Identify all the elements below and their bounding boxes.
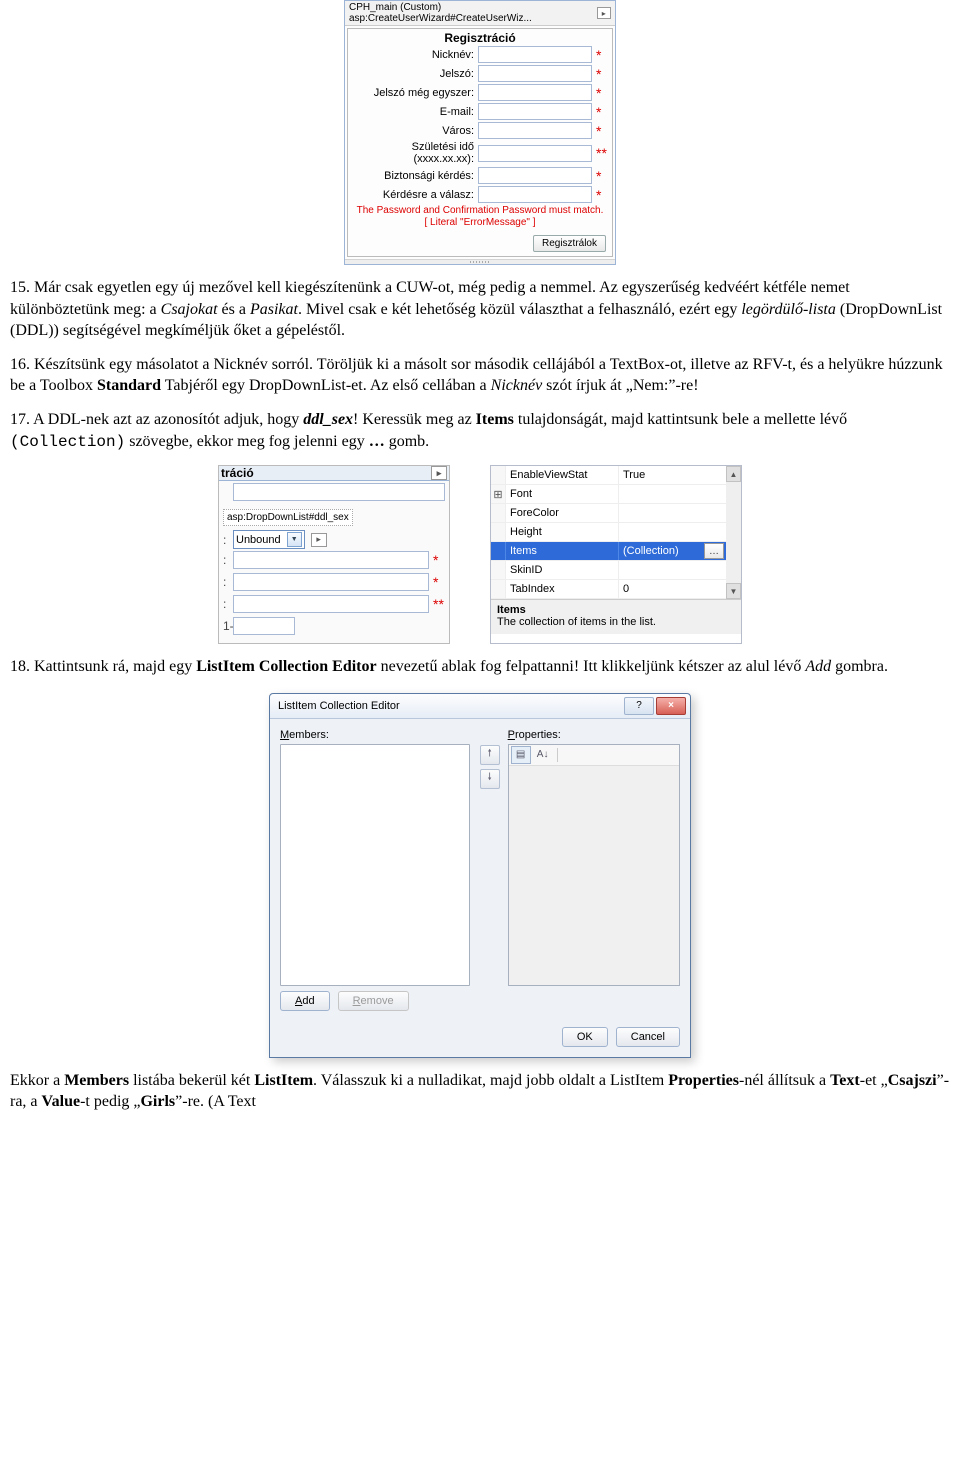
required-star: * <box>429 576 445 588</box>
required-star: * <box>429 554 445 566</box>
smart-tag-icon[interactable] <box>597 7 611 19</box>
label-jelszo: Jelszó: <box>352 68 478 80</box>
create-user-wizard-design: CPH_main (Custom) asp:CreateUserWizard#C… <box>344 0 616 265</box>
form-heading: Regisztráció <box>348 29 612 45</box>
designer-input[interactable] <box>233 483 445 501</box>
designer-input[interactable] <box>233 595 429 613</box>
ddl-text: Unbound <box>236 534 281 546</box>
password-mismatch-message: The Password and Confirmation Password m… <box>348 204 612 217</box>
scrollbar[interactable]: ▲ ▼ <box>726 466 741 599</box>
remove-button: Remove <box>338 991 409 1011</box>
input-jelszo2[interactable] <box>478 84 592 101</box>
register-button[interactable]: Regisztrálok <box>533 235 606 252</box>
paragraph-end: Ekkor a Members listába bekerül két List… <box>10 1070 950 1113</box>
ok-button[interactable]: OK <box>562 1027 608 1047</box>
input-szuletesi[interactable] <box>478 145 592 162</box>
required-star: * <box>592 87 608 99</box>
input-valasz[interactable] <box>478 186 592 203</box>
label-szuletesi: Születési idő (xxxx.xx.xx): <box>352 141 478 165</box>
alphabetical-icon[interactable]: A↓ <box>533 746 553 764</box>
members-label: Members: <box>280 729 470 741</box>
required-star: ** <box>429 598 445 610</box>
input-nicknev[interactable] <box>478 46 592 63</box>
dialog-titlebar[interactable]: ListItem Collection Editor ? × <box>270 694 690 719</box>
pg-row-tabindex[interactable]: TabIndex0 <box>491 580 726 599</box>
required-star: * <box>592 125 608 137</box>
pg-row-items[interactable]: Items(Collection)… <box>491 542 726 561</box>
label-nicknev: Nicknév: <box>352 49 478 61</box>
input-varos[interactable] <box>478 122 592 139</box>
smart-tag-icon[interactable] <box>431 466 447 480</box>
members-listbox[interactable] <box>280 744 470 986</box>
scroll-up-icon[interactable]: ▲ <box>726 466 741 482</box>
chevron-down-icon[interactable] <box>287 532 302 547</box>
designer-title-text: CPH_main (Custom) asp:CreateUserWizard#C… <box>349 2 597 24</box>
input-email[interactable] <box>478 103 592 120</box>
required-star: * <box>592 49 608 61</box>
categorized-icon[interactable]: ▤ <box>511 746 531 764</box>
label-valasz: Kérdésre a válasz: <box>352 189 478 201</box>
required-star: * <box>592 106 608 118</box>
required-star: * <box>592 170 608 182</box>
designer-crop: tráció asp:DropDownList#ddl_sex : Unboun… <box>218 465 450 644</box>
listitem-collection-editor: ListItem Collection Editor ? × Members: … <box>269 693 691 1058</box>
control-tag: asp:DropDownList#ddl_sex <box>223 509 353 526</box>
properties-grid[interactable]: ▤ A↓ <box>508 744 680 986</box>
literal-error-message: [ Literal "ErrorMessage" ] <box>348 217 612 231</box>
scroll-down-icon[interactable]: ▼ <box>726 583 741 599</box>
help-button[interactable]: ? <box>624 697 654 715</box>
designer-input[interactable] <box>233 551 429 569</box>
cancel-button[interactable]: Cancel <box>616 1027 680 1047</box>
pg-desc-title: Items <box>497 604 735 616</box>
paragraph-16: 16. Készítsünk egy másolatot a Nicknév s… <box>10 354 950 397</box>
label-varos: Város: <box>352 125 478 137</box>
designer-crop-title: tráció <box>221 466 254 480</box>
paragraph-15: 15. Már csak egyetlen egy új mezővel kel… <box>10 277 950 342</box>
required-star: * <box>592 189 608 201</box>
close-button[interactable]: × <box>656 697 686 715</box>
label-email: E-mail: <box>352 106 478 118</box>
smart-tag-icon[interactable] <box>311 533 327 547</box>
designer-title: CPH_main (Custom) asp:CreateUserWizard#C… <box>345 1 615 26</box>
ddl-control[interactable]: Unbound <box>233 530 305 549</box>
resize-handle[interactable] <box>345 259 615 264</box>
move-down-button[interactable]: 🠗 <box>480 769 500 789</box>
pg-row-enableviewstate[interactable]: EnableViewStatTrue <box>491 466 726 485</box>
pg-row-skinid[interactable]: SkinID <box>491 561 726 580</box>
properties-label: Properties: <box>508 729 680 741</box>
pg-desc-text: The collection of items in the list. <box>497 616 735 628</box>
dialog-title: ListItem Collection Editor <box>278 700 622 712</box>
pg-row-forecolor[interactable]: ForeColor <box>491 504 726 523</box>
paragraph-17: 17. A DDL-nek azt az azonosítót adjuk, h… <box>10 409 950 453</box>
input-kerdes[interactable] <box>478 167 592 184</box>
label-jelszo2: Jelszó még egyszer: <box>352 87 478 99</box>
designer-input[interactable] <box>233 617 295 635</box>
label-kerdes: Biztonsági kérdés: <box>352 170 478 182</box>
designer-input[interactable] <box>233 573 429 591</box>
property-grid: EnableViewStatTrue ⊞Font ForeColor Heigh… <box>490 465 742 644</box>
expand-icon[interactable]: ⊞ <box>491 485 506 503</box>
pg-row-height[interactable]: Height <box>491 523 726 542</box>
ellipsis-button[interactable]: … <box>704 543 724 559</box>
required-star: * <box>592 68 608 80</box>
add-button[interactable]: Add <box>280 991 330 1011</box>
move-up-button[interactable]: 🠕 <box>480 745 500 765</box>
required-star: ** <box>592 147 608 159</box>
pg-row-font[interactable]: ⊞Font <box>491 485 726 504</box>
paragraph-18: 18. Kattintsunk rá, majd egy ListItem Co… <box>10 656 950 678</box>
input-jelszo[interactable] <box>478 65 592 82</box>
